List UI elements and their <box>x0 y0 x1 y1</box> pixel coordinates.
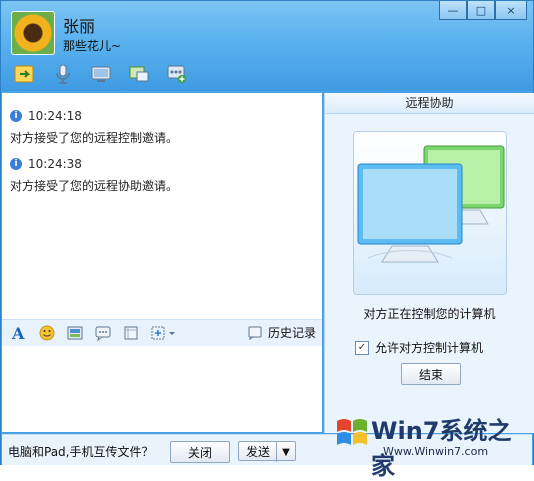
send-options-dropdown[interactable]: ▼ <box>276 442 295 462</box>
minimize-button[interactable]: — <box>439 1 467 20</box>
titlebar: 张丽 那些花儿~ — □ × <box>1 1 533 91</box>
emoji-icon[interactable] <box>38 324 56 342</box>
contact-toolbar <box>13 63 189 85</box>
history-button[interactable]: 历史记录 <box>248 324 316 341</box>
image-icon[interactable] <box>66 324 84 342</box>
send-label: 发送 <box>245 444 270 459</box>
watermark-url: Www.Winwin7.com <box>383 445 489 458</box>
message-text: 对方接受了您的远程控制邀请。 <box>10 131 179 145</box>
history-label: 历史记录 <box>267 326 316 340</box>
info-icon: i <box>10 158 22 170</box>
allow-control-checkbox[interactable]: ✓ <box>355 340 369 355</box>
font-icon[interactable]: A <box>10 324 28 342</box>
video-call-icon[interactable] <box>89 63 113 85</box>
allow-control-label: 允许对方控制计算机 <box>375 341 484 355</box>
remote-status: 对方正在控制您的计算机 <box>363 307 496 321</box>
system-message: i 10:24:38 对方接受了您的远程协助邀请。 <box>10 157 178 194</box>
message-bubble-icon[interactable] <box>94 324 112 342</box>
more-apps-icon[interactable] <box>165 63 189 85</box>
svg-text:A: A <box>11 324 25 342</box>
message-input[interactable] <box>2 346 322 432</box>
panel-title: 远程协助 <box>325 93 534 114</box>
message-time: 10:24:38 <box>28 157 82 171</box>
windows-logo <box>337 419 367 445</box>
history-icon <box>248 326 262 340</box>
send-button[interactable]: 发送 ▼ <box>238 441 296 462</box>
maximize-button[interactable]: □ <box>467 1 495 20</box>
screen-capture-icon[interactable] <box>122 324 140 342</box>
remote-computers-illustration <box>353 131 507 295</box>
format-toolbar: A 历史记录 <box>2 319 322 346</box>
close-window-button[interactable]: × <box>495 1 527 20</box>
voice-call-icon[interactable] <box>51 63 75 85</box>
message-text: 对方接受了您的远程协助邀请。 <box>10 179 179 193</box>
contact-signature: 那些花儿~ <box>63 39 122 53</box>
remote-assist-panel: 远程协助 对方正在控制您的计算机 ✓ 允许对方控制计算机 结束 <box>324 93 534 433</box>
screenshot-options-icon[interactable] <box>150 324 178 342</box>
window-controls: — □ × <box>439 1 527 20</box>
file-transfer-hint-link[interactable]: 电脑和Pad,手机互传文件？ <box>8 443 153 460</box>
info-icon: i <box>10 110 22 122</box>
allow-control-option[interactable]: ✓ 允许对方控制计算机 <box>355 339 483 356</box>
contact-name: 张丽 <box>63 17 96 36</box>
end-button[interactable]: 结束 <box>401 363 461 385</box>
contact-avatar[interactable] <box>11 11 55 55</box>
close-button[interactable]: 关闭 <box>170 441 230 463</box>
remote-desktop-icon[interactable] <box>127 63 151 85</box>
watermark: Win7系统之家 Www.Winwin7.com <box>331 409 531 480</box>
message-time: 10:24:18 <box>28 109 82 123</box>
transfer-file-icon[interactable] <box>13 63 37 85</box>
chat-history[interactable]: i 10:24:18 对方接受了您的远程控制邀请。 i 10:24:38 对方接… <box>2 93 322 319</box>
chat-window: 张丽 那些花儿~ — □ × i 10:24:18 对方接受了您的远程控制邀请。… <box>0 0 534 480</box>
system-message: i 10:24:18 对方接受了您的远程控制邀请。 <box>10 109 178 146</box>
